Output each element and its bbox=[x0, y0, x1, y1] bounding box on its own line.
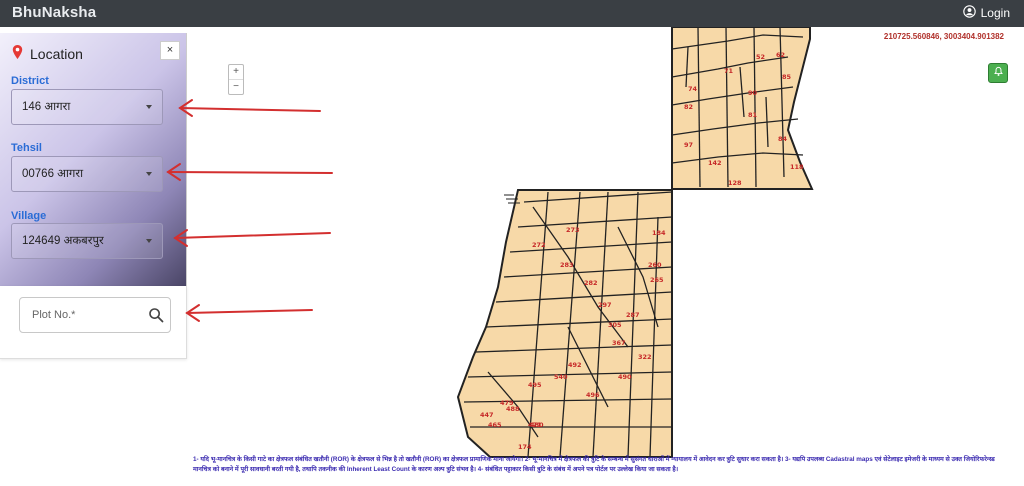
district-value: 146 आगरा bbox=[22, 101, 71, 113]
village-value: 124649 अकबरपुर bbox=[22, 235, 104, 247]
chevron-down-icon bbox=[146, 172, 152, 176]
parcel-label: 465 bbox=[488, 421, 502, 429]
parcel-label: 367 bbox=[612, 339, 626, 347]
parcel-label: 142 bbox=[708, 159, 722, 167]
login-button[interactable]: Login bbox=[962, 5, 1010, 21]
parcel-label: 297 bbox=[598, 301, 612, 309]
tehsil-value: 00766 आगरा bbox=[22, 168, 84, 180]
panel-title: Location bbox=[30, 45, 83, 62]
cadastral-parcels: 62 52 71 85 74 90 81 84 82 118 97 128 14… bbox=[456, 27, 814, 458]
tehsil-select[interactable]: 00766 आगरा bbox=[11, 156, 163, 192]
plot-search-panel bbox=[0, 286, 187, 359]
bell-icon bbox=[993, 64, 1004, 82]
location-panel-header: Location bbox=[12, 45, 83, 62]
district-select[interactable]: 146 आगरा bbox=[11, 89, 163, 125]
parcel-label: 71 bbox=[724, 67, 734, 75]
map-canvas[interactable]: 62 52 71 85 74 90 81 84 82 118 97 128 14… bbox=[188, 27, 1024, 486]
parcel-label: 490 bbox=[618, 373, 632, 381]
parcel-label: 495 bbox=[528, 381, 542, 389]
zoom-in-button[interactable]: + bbox=[229, 65, 243, 79]
parcel-label: 322 bbox=[638, 353, 652, 361]
parcel-label: 265 bbox=[650, 276, 664, 284]
parcel-label: 283 bbox=[560, 261, 574, 269]
parcel-label: 471 bbox=[528, 421, 542, 429]
parcel-label: 540 bbox=[554, 373, 568, 381]
parcel-label: 62 bbox=[776, 51, 785, 59]
close-panel-button[interactable]: × bbox=[160, 41, 180, 60]
parcel-label: 118 bbox=[790, 163, 804, 171]
plot-number-input[interactable] bbox=[30, 308, 144, 322]
map-disclaimer: 1- यदि भू-मानचित्र के किसी गाटे का क्षेत… bbox=[193, 456, 995, 473]
user-circle-icon bbox=[962, 5, 976, 21]
parcel-label: 272 bbox=[532, 241, 546, 249]
location-panel: Location × District 146 आगरा Tehsil 0076… bbox=[0, 33, 187, 286]
map-pin-icon bbox=[12, 45, 23, 62]
village-label: Village bbox=[11, 210, 47, 222]
parcel-label: 85 bbox=[782, 73, 792, 81]
search-icon[interactable] bbox=[148, 307, 164, 323]
parcel-label: 52 bbox=[756, 53, 765, 61]
chevron-down-icon bbox=[146, 105, 152, 109]
parcel-label: 97 bbox=[684, 141, 693, 149]
parcel-label: 305 bbox=[608, 321, 622, 329]
parcel-label: 90 bbox=[748, 89, 758, 97]
parcel-label: 74 bbox=[688, 85, 698, 93]
parcel-label: 488 bbox=[506, 405, 520, 413]
parcel-label: 496 bbox=[586, 391, 600, 399]
district-label: District bbox=[11, 75, 49, 87]
parcel-label: 184 bbox=[652, 229, 666, 237]
parcel-label: 81 bbox=[748, 111, 758, 119]
parcel-label: 84 bbox=[778, 135, 788, 143]
tehsil-label: Tehsil bbox=[11, 142, 42, 154]
notification-button[interactable] bbox=[988, 63, 1008, 83]
parcel-label: 174 bbox=[518, 443, 532, 451]
zoom-control: + − bbox=[228, 64, 244, 95]
coordinates-readout: 210725.560846, 3003404.901382 bbox=[883, 32, 1004, 41]
parcel-label: 287 bbox=[626, 311, 640, 319]
parcel-label: 447 bbox=[480, 411, 494, 419]
login-label: Login bbox=[980, 6, 1010, 20]
top-navbar: BhuNaksha Login bbox=[0, 0, 1024, 27]
village-select[interactable]: 124649 अकबरपुर bbox=[11, 223, 163, 259]
parcel-label: 82 bbox=[684, 103, 693, 111]
parcel-label: 492 bbox=[568, 361, 582, 369]
parcel-label: 273 bbox=[566, 226, 580, 234]
zoom-out-button[interactable]: − bbox=[229, 79, 243, 94]
plot-search-box bbox=[19, 297, 171, 333]
parcel-label: 128 bbox=[728, 179, 742, 187]
parcel-label: 282 bbox=[584, 279, 598, 287]
chevron-down-icon bbox=[146, 239, 152, 243]
parcel-label: 260 bbox=[648, 261, 662, 269]
app-brand[interactable]: BhuNaksha bbox=[12, 4, 96, 21]
